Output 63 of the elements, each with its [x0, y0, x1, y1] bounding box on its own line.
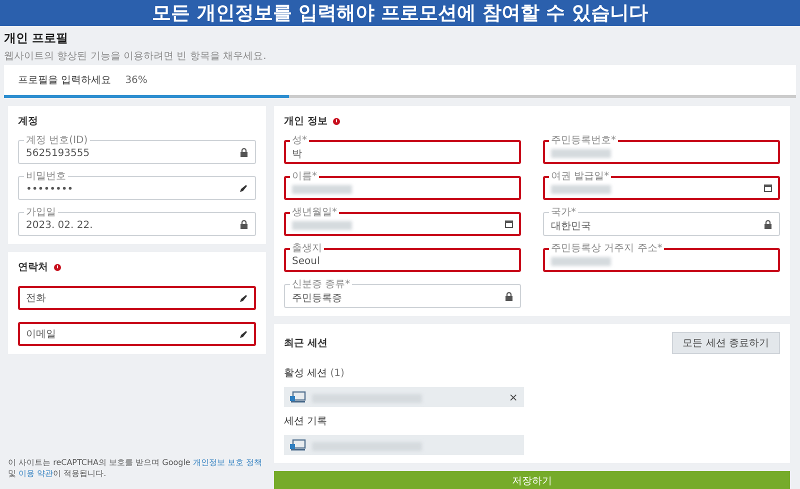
input-field[interactable]: 가입일 2023. 02. 22.: [18, 207, 256, 236]
recaptcha-notice: 이 사이트는 reCAPTCHA의 보호를 받으며 Google 개인정보 보호 정책 및 이용 약관이 적용됩니다.: [8, 457, 263, 480]
lock-icon: [240, 220, 248, 228]
pencil-icon[interactable]: [239, 184, 248, 192]
end-all-sessions-button[interactable]: 모든 세션 종료하기: [672, 332, 780, 354]
promo-banner: 모든 개인정보를 입력해야 프로모션에 참여할 수 있습니다: [0, 0, 800, 26]
close-button[interactable]: ×: [508, 390, 518, 404]
field-value: 박: [292, 148, 303, 160]
field-placeholder: 전화: [26, 292, 47, 305]
input-field[interactable]: 신분증 종류* 주민등록증: [284, 279, 521, 308]
policy-link[interactable]: 개인정보 보호 정책: [192, 458, 262, 467]
subsection-title: 활성 세션: [284, 368, 328, 379]
field-value: 5625193555: [26, 148, 91, 159]
field-label: 생년월일*: [290, 207, 339, 218]
lock-icon: [505, 292, 513, 300]
input-field[interactable]: 주민등록상 거주지 주소*: [543, 243, 780, 272]
field-placeholder: 이메일: [26, 328, 57, 341]
page-title: 개인 프로필: [4, 30, 70, 47]
calendar-icon[interactable]: [505, 220, 513, 228]
input-field[interactable]: 계정 번호(ID) 5625193555: [18, 135, 256, 164]
page-subtitle: 웹사이트의 향상된 기능을 이용하려면 빈 항목을 채우세요.: [4, 50, 268, 63]
pencil-icon[interactable]: [239, 330, 248, 338]
field-label: 여권 발급일*: [549, 171, 612, 182]
input-field[interactable]: 전화: [18, 281, 256, 310]
subsection-title: 세션 기록: [284, 415, 328, 428]
pencil-icon[interactable]: [239, 294, 248, 302]
input-field[interactable]: 비밀번호 ••••••••: [18, 171, 256, 200]
lock-icon: [764, 220, 772, 228]
input-field[interactable]: 이메일: [18, 317, 256, 346]
field-label: 계정 번호(ID): [24, 135, 90, 146]
input-field[interactable]: 여권 발급일*: [543, 171, 780, 200]
input-field[interactable]: 성* 박: [284, 135, 521, 164]
field-label: 이름*: [290, 171, 319, 182]
section-title: 연락처: [18, 261, 48, 274]
field-label: 주민등록번호*: [549, 135, 618, 146]
field-value: 주민등록증: [292, 292, 343, 304]
calendar-icon[interactable]: [764, 184, 772, 192]
field-label: 가입일: [24, 207, 58, 218]
field-label: 비밀번호: [24, 171, 68, 182]
field-value: 2023. 02. 22.: [26, 220, 94, 231]
field-label: 신분증 종류*: [290, 279, 352, 290]
section-title: 개인 정보: [284, 115, 328, 128]
input-field[interactable]: 주민등록번호*: [543, 135, 780, 164]
policy-link[interactable]: 이용 약관: [18, 469, 54, 478]
field-label: 성*: [290, 135, 309, 146]
field-label: 출생지: [290, 243, 324, 254]
field-value: 대한민국: [551, 220, 592, 232]
field-value: ••••••••: [26, 184, 74, 195]
section-title: 계정: [18, 115, 38, 128]
computer-icon: [290, 439, 306, 451]
computer-icon: [290, 391, 306, 403]
field-value: Seoul: [292, 256, 321, 267]
section-title: 최근 세션: [284, 337, 328, 350]
session-count: (1): [330, 368, 344, 379]
input-field[interactable]: 이름*: [284, 171, 521, 200]
input-field[interactable]: 생년월일*: [284, 207, 521, 236]
input-field[interactable]: 국가* 대한민국: [543, 207, 780, 236]
field-label: 주민등록상 거주지 주소*: [549, 243, 664, 254]
lock-icon: [240, 148, 248, 156]
progress-reading: 36%: [125, 74, 148, 86]
input-field[interactable]: 출생지 Seoul: [284, 243, 521, 272]
field-label: 국가*: [549, 207, 578, 218]
progress-label: 프로필을 입력하세요: [18, 74, 112, 87]
